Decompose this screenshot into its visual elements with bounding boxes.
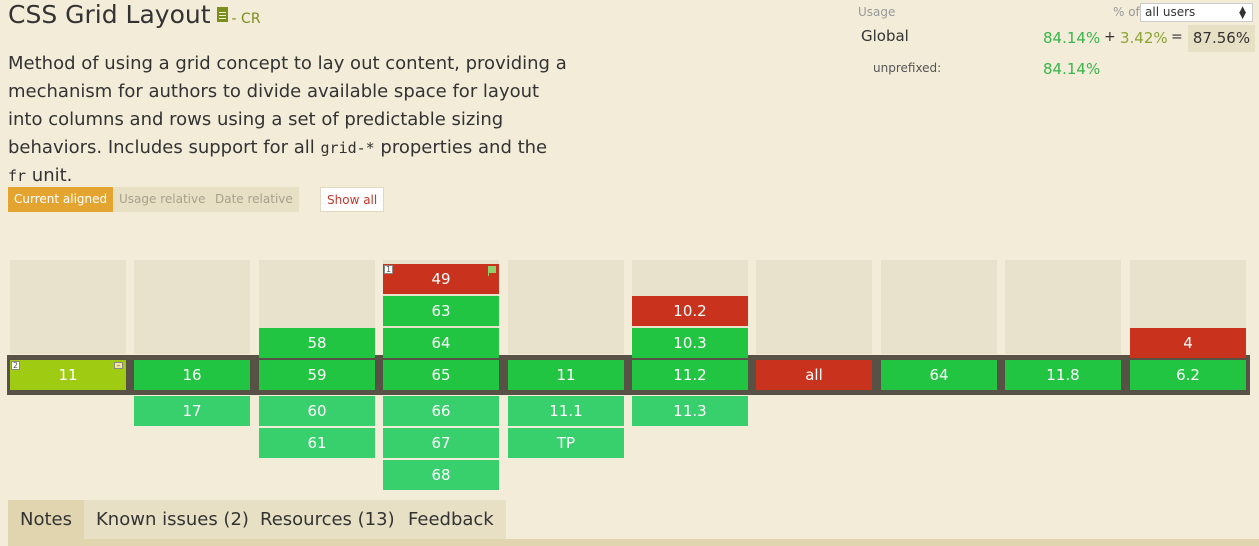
version-label: 10.3 — [673, 334, 707, 352]
tabs-underline — [8, 539, 1259, 546]
version-label: 11 — [556, 366, 576, 384]
version-label: 11 — [58, 366, 78, 384]
version-label: 49 — [431, 270, 451, 288]
version-cell-chrome-past[interactable]: 49 1 — [383, 264, 499, 294]
code-fr: fr — [8, 167, 27, 185]
version-label: 60 — [307, 402, 327, 420]
unprefixed-value: 84.14% — [1043, 60, 1101, 78]
version-label: 10.2 — [673, 302, 707, 320]
version-label: 65 — [431, 366, 451, 384]
usage-relative-button[interactable]: Usage relative — [113, 187, 212, 212]
document-icon[interactable] — [216, 6, 228, 22]
version-label: 66 — [431, 402, 451, 420]
version-cell-safari-future[interactable]: 11.1 — [508, 396, 624, 426]
version-cell-chrome-android-current[interactable]: 64 — [881, 360, 997, 390]
version-cell-safari-current[interactable]: 11 — [508, 360, 624, 390]
note-number-badge: 2 — [11, 361, 20, 370]
version-label: 67 — [431, 434, 451, 452]
version-cell-chrome-past[interactable]: 64 — [383, 328, 499, 358]
browser-column-safari — [508, 260, 624, 354]
current-aligned-button[interactable]: Current aligned — [8, 187, 114, 212]
browser-column-edge — [134, 260, 250, 354]
version-cell-ios-safari-past[interactable]: 10.3 — [632, 328, 748, 358]
feature-description: Method of using a grid concept to lay ou… — [8, 53, 567, 186]
version-cell-samsung-internet-current[interactable]: 6.2 — [1130, 360, 1246, 390]
spec-status[interactable]: - CR — [232, 11, 261, 27]
code-grid: grid-* — [320, 139, 375, 157]
version-label: all — [805, 366, 823, 384]
feature-title-text: CSS Grid Layout — [8, 0, 211, 29]
version-cell-firefox-future[interactable]: 60 — [259, 396, 375, 426]
version-label: 11.2 — [673, 366, 707, 384]
version-cell-chrome-future[interactable]: 67 — [383, 428, 499, 458]
version-cell-uc-browser-current[interactable]: 11.8 — [1005, 360, 1121, 390]
tab-feedback[interactable]: Feedback — [396, 500, 506, 539]
usage-label: Usage — [858, 5, 896, 19]
version-label: 11.3 — [673, 402, 707, 420]
unprefixed-label: unprefixed: — [873, 61, 942, 75]
equals-sign: = — [1171, 29, 1183, 45]
feature-title: CSS Grid Layout - CR — [8, 0, 261, 29]
tab-notes[interactable]: Notes — [8, 500, 84, 539]
version-label: 58 — [307, 334, 327, 352]
version-label: 61 — [307, 434, 327, 452]
users-select[interactable]: all users ▲ ▼ — [1140, 3, 1253, 22]
plus-sign: + — [1104, 29, 1116, 45]
global-partial-support: 3.42% — [1120, 29, 1168, 47]
version-cell-safari-future[interactable]: TP — [508, 428, 624, 458]
version-cell-samsung-internet-past[interactable]: 4 — [1130, 328, 1246, 358]
version-label: 6.2 — [1176, 366, 1200, 384]
chevron-updown-icon: ▲ ▼ — [1239, 5, 1246, 21]
global-total: 87.56% — [1188, 25, 1255, 52]
version-label: 59 — [307, 366, 327, 384]
version-label: TP — [556, 434, 576, 452]
version-label: 16 — [182, 366, 202, 384]
version-label: 11.8 — [1046, 366, 1080, 384]
version-cell-firefox-future[interactable]: 61 — [259, 428, 375, 458]
show-all-button[interactable]: Show all — [320, 187, 385, 212]
global-label: Global — [861, 27, 909, 45]
version-cell-edge-current[interactable]: 16 — [134, 360, 250, 390]
version-cell-edge-future[interactable]: 17 — [134, 396, 250, 426]
version-cell-chrome-future[interactable]: 68 — [383, 460, 499, 490]
version-cell-ios-safari-future[interactable]: 11.3 — [632, 396, 748, 426]
version-cell-chrome-past[interactable]: 63 — [383, 296, 499, 326]
note-number-badge: 1 — [384, 265, 393, 274]
version-cell-chrome-current[interactable]: 65 — [383, 360, 499, 390]
browser-column-chrome-android — [881, 260, 997, 354]
browser-column-opera-mini — [756, 260, 872, 354]
version-cell-ios-safari-current[interactable]: 11.2 — [632, 360, 748, 390]
version-cell-chrome-future[interactable]: 66 — [383, 396, 499, 426]
version-label: 17 — [182, 402, 202, 420]
global-full-support: 84.14% — [1043, 29, 1101, 47]
partial-support-icon: – — [114, 362, 123, 370]
version-cell-ios-safari-past[interactable]: 10.2 — [632, 296, 748, 326]
version-label: 63 — [431, 302, 451, 320]
flag-icon — [488, 266, 496, 276]
version-cell-firefox-current[interactable]: 59 — [259, 360, 375, 390]
version-label: 64 — [431, 334, 451, 352]
browser-column-ie — [10, 260, 126, 354]
version-cell-opera-mini-current[interactable]: all — [756, 360, 872, 390]
version-label: 4 — [1183, 334, 1193, 352]
version-label: 68 — [431, 466, 451, 484]
version-label: 11.1 — [549, 402, 583, 420]
tab-resources[interactable]: Resources (13) — [248, 500, 407, 539]
version-cell-ie-current[interactable]: 11 2 – — [10, 360, 126, 390]
version-cell-firefox-past[interactable]: 58 — [259, 328, 375, 358]
pct-of-label: % of — [1113, 5, 1140, 19]
browser-column-uc-browser — [1005, 260, 1121, 354]
tab-known-issues[interactable]: Known issues (2) — [84, 500, 261, 539]
date-relative-button[interactable]: Date relative — [209, 187, 299, 212]
version-label: 64 — [929, 366, 949, 384]
